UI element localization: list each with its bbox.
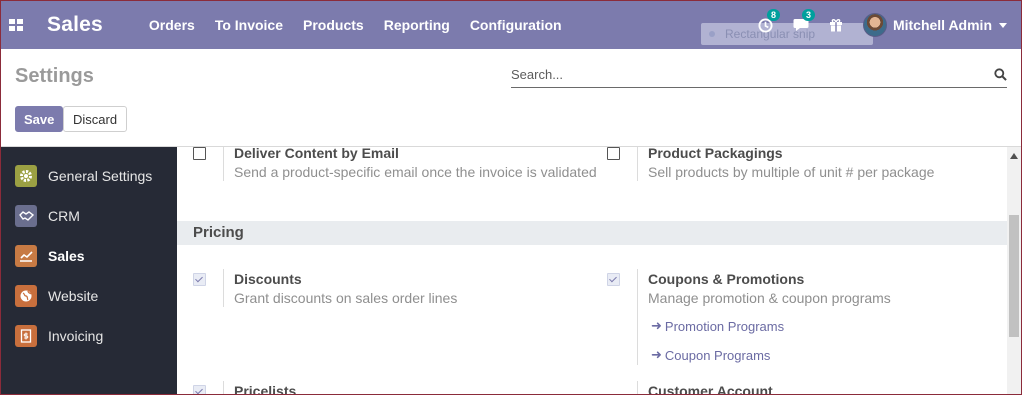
chart-icon xyxy=(15,245,37,267)
messages-button[interactable]: 3 xyxy=(793,9,815,32)
coupons-desc: Manage promotion & coupon programs xyxy=(648,290,891,306)
coupons-checkbox[interactable] xyxy=(607,273,620,286)
arrow-right-icon: ➜ xyxy=(651,347,662,362)
sidebar-item-sales[interactable]: Sales xyxy=(15,244,85,268)
menu-configuration[interactable]: Configuration xyxy=(470,17,562,33)
divider xyxy=(637,147,638,181)
divider xyxy=(637,269,638,365)
menu-reporting[interactable]: Reporting xyxy=(384,17,450,33)
sidebar-item-invoicing[interactable]: Invoicing xyxy=(15,324,103,348)
user-name: Mitchell Admin xyxy=(892,17,992,33)
window-frame: Sales Orders To Invoice Products Reporti… xyxy=(0,0,1022,395)
scroll-thumb[interactable] xyxy=(1009,215,1019,337)
avatar xyxy=(862,13,887,37)
divider xyxy=(637,381,638,394)
sidebar-item-label: CRM xyxy=(48,208,80,224)
apps-menu-icon[interactable] xyxy=(9,19,23,31)
control-panel: Settings Save Discard xyxy=(1,49,1021,147)
menu-orders[interactable]: Orders xyxy=(149,17,195,33)
customer-account-title: Customer Account xyxy=(648,383,773,395)
discounts-checkbox[interactable] xyxy=(193,273,206,286)
coupons-title: Coupons & Promotions xyxy=(648,271,805,287)
save-button[interactable]: Save xyxy=(15,106,64,132)
tooltip-dot-icon xyxy=(709,31,715,37)
divider xyxy=(223,147,224,181)
sidebar-item-website[interactable]: Website xyxy=(15,284,98,308)
pricelists-checkbox[interactable] xyxy=(193,385,206,394)
settings-sidebar: General Settings CRM Sales Website Invoi… xyxy=(1,147,177,394)
discounts-title: Discounts xyxy=(234,271,302,287)
top-navbar: Sales Orders To Invoice Products Reporti… xyxy=(1,1,1021,49)
coupon-programs-label: Coupon Programs xyxy=(664,347,771,363)
messages-badge: 3 xyxy=(801,9,815,21)
globe-icon xyxy=(15,285,37,307)
divider xyxy=(223,381,224,394)
user-menu[interactable]: Mitchell Admin xyxy=(862,13,1007,37)
arrow-right-icon: ➜ xyxy=(651,318,662,333)
pricing-section-header: Pricing xyxy=(177,221,1007,245)
gift-icon xyxy=(829,19,842,32)
menu-products[interactable]: Products xyxy=(303,17,364,33)
product-packagings-desc: Sell products by multiple of unit # per … xyxy=(648,164,935,180)
deliver-content-title: Deliver Content by Email xyxy=(234,147,399,161)
discard-button[interactable]: Discard xyxy=(63,106,128,132)
sidebar-item-crm[interactable]: CRM xyxy=(15,204,80,228)
product-packagings-checkbox[interactable] xyxy=(607,147,620,160)
app-brand[interactable]: Sales xyxy=(47,13,103,37)
activity-button[interactable]: 8 xyxy=(758,8,780,33)
sidebar-item-general-settings[interactable]: General Settings xyxy=(15,164,152,188)
sidebar-item-label: Sales xyxy=(48,248,85,264)
menu-to-invoice[interactable]: To Invoice xyxy=(215,17,283,33)
deliver-content-checkbox[interactable] xyxy=(193,147,206,160)
discounts-desc: Grant discounts on sales order lines xyxy=(234,290,458,306)
chevron-down-icon xyxy=(999,22,1007,28)
product-packagings-title: Product Packagings xyxy=(648,147,783,161)
sidebar-item-label: Invoicing xyxy=(48,328,104,344)
scroll-up-arrow-icon[interactable] xyxy=(1010,153,1018,159)
main-menu: Orders To Invoice Products Reporting Con… xyxy=(149,17,582,33)
search-bar xyxy=(511,62,1007,88)
promotion-programs-label: Promotion Programs xyxy=(664,318,785,334)
invoice-icon xyxy=(15,325,37,347)
gear-icon xyxy=(15,165,37,187)
systray: 8 3 Mitchell Admin xyxy=(758,1,1007,49)
handshake-icon xyxy=(15,205,37,227)
search-input[interactable] xyxy=(511,67,971,82)
page-title: Settings xyxy=(15,65,94,87)
deliver-content-desc: Send a product-specific email once the i… xyxy=(234,164,597,180)
coupon-programs-link[interactable]: ➜ Coupon Programs xyxy=(651,347,770,363)
sidebar-item-label: Website xyxy=(48,288,99,304)
gift-button[interactable] xyxy=(829,18,843,32)
promotion-programs-link[interactable]: ➜ Promotion Programs xyxy=(651,318,784,334)
activity-badge: 8 xyxy=(766,8,780,21)
divider xyxy=(223,269,224,307)
search-icon[interactable] xyxy=(994,68,1007,81)
settings-content: Deliver Content by Email Send a product-… xyxy=(177,147,1007,395)
pricelists-title: Pricelists xyxy=(234,383,297,395)
content-scrollbar[interactable] xyxy=(1007,147,1021,394)
sidebar-item-label: General Settings xyxy=(48,168,153,184)
